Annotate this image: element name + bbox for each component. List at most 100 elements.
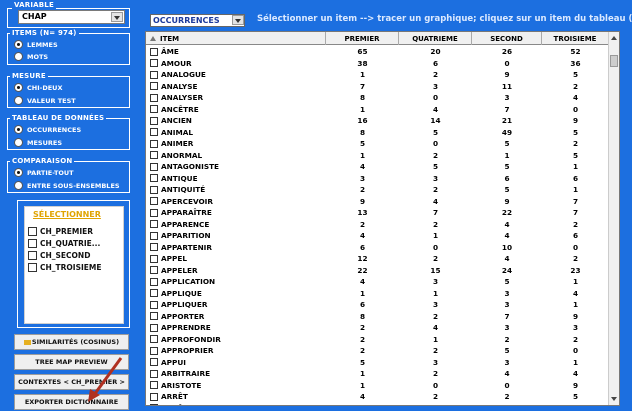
checkbox-icon[interactable] (150, 346, 158, 355)
checkbox-icon[interactable] (150, 358, 158, 367)
radio-icon[interactable] (14, 138, 23, 147)
scroll-thumb[interactable] (610, 55, 618, 67)
scroll-up-icon[interactable] (611, 36, 617, 40)
checkbox-icon[interactable] (150, 335, 158, 344)
table-row[interactable]: APPUI 5 3 3 1 (146, 357, 609, 369)
table-row[interactable]: ANIMER 5 0 5 2 (146, 138, 609, 150)
table-row[interactable]: APPORTER 8 2 7 9 (146, 311, 609, 323)
table-row[interactable]: ANALYSE 7 3 11 2 (146, 81, 609, 93)
table-row[interactable]: APPARTENIR 6 0 10 0 (146, 242, 609, 254)
checkbox-icon[interactable] (150, 151, 158, 160)
chevron-down-icon[interactable] (232, 15, 244, 25)
radio-mesures[interactable]: MESURES (14, 138, 62, 147)
chevron-down-icon[interactable] (111, 12, 123, 22)
table-row[interactable]: APPARAÎTRE 13 7 22 7 (146, 207, 609, 219)
table-row[interactable]: APPROPRIER 2 2 5 0 (146, 345, 609, 357)
variable-select[interactable]: CHAP (18, 10, 125, 24)
scroll-down-icon[interactable] (611, 397, 617, 401)
contextes-button[interactable]: CONTEXTES < CH_PREMIER > (14, 374, 129, 390)
checkbox-icon[interactable] (150, 404, 158, 405)
table-row[interactable]: ANALYSER 8 0 3 4 (146, 92, 609, 104)
checkbox-icon[interactable] (150, 105, 158, 114)
checkbox-icon[interactable] (28, 251, 37, 260)
checkbox-ch-troisieme[interactable]: CH_TROISIEME (28, 263, 102, 272)
checkbox-icon[interactable] (150, 82, 158, 91)
radio-icon[interactable] (14, 168, 23, 177)
checkbox-icon[interactable] (150, 139, 158, 148)
table-row[interactable]: APERCEVOIR 9 4 9 7 (146, 196, 609, 208)
similarites-button[interactable]: SIMILARITÉS (COSINUS) (14, 334, 129, 350)
table-row[interactable]: ANIMAL 8 5 49 5 (146, 127, 609, 139)
checkbox-icon[interactable] (150, 47, 158, 56)
checkbox-ch-premier[interactable]: CH_PREMIER (28, 227, 93, 236)
radio-mots[interactable]: MOTS (14, 52, 48, 61)
checkbox-icon[interactable] (150, 289, 158, 298)
checkbox-icon[interactable] (150, 70, 158, 79)
radio-icon[interactable] (14, 125, 23, 134)
table-row[interactable]: ANORMAL 1 2 1 5 (146, 150, 609, 162)
checkbox-icon[interactable] (150, 300, 158, 309)
table-row[interactable]: ÂME 65 20 26 52 (146, 46, 609, 58)
radio-partie-tout[interactable]: PARTIE-TOUT (14, 168, 74, 177)
table-row[interactable]: APPARITION 4 1 4 6 (146, 230, 609, 242)
radio-icon[interactable] (14, 52, 23, 61)
checkbox-icon[interactable] (28, 263, 37, 272)
table-row[interactable]: APPELER 22 15 24 23 (146, 265, 609, 277)
radio-icon[interactable] (14, 181, 23, 190)
table-row[interactable]: AMOUR 38 6 0 36 (146, 58, 609, 70)
checkbox-icon[interactable] (150, 93, 158, 102)
table-row[interactable]: ANCIEN 16 14 21 9 (146, 115, 609, 127)
checkbox-icon[interactable] (150, 369, 158, 378)
table-row[interactable]: APPROFONDIR 2 1 2 2 (146, 334, 609, 346)
table-row[interactable]: APPLICATION 4 3 5 1 (146, 276, 609, 288)
exporter-dictionnaire-button[interactable]: EXPORTER DICTIONNAIRE (14, 394, 129, 410)
data-type-select[interactable]: OCCURRENCES (150, 14, 245, 27)
table-row[interactable]: ANTIQUE 3 3 6 6 (146, 173, 609, 185)
treemap-preview-button[interactable]: TREE MAP PREVIEW (14, 354, 129, 370)
checkbox-icon[interactable] (150, 312, 158, 321)
table-row[interactable]: ANALOGUE 1 2 9 5 (146, 69, 609, 81)
table-row[interactable]: ANTIQUITÉ 2 2 5 1 (146, 184, 609, 196)
table-row[interactable]: APPEL 12 2 4 2 (146, 253, 609, 265)
table-row[interactable]: ARRÊTER 761410 (146, 403, 609, 405)
table-row[interactable]: APPRENDRE 2 4 3 3 (146, 322, 609, 334)
radio-icon[interactable] (14, 96, 23, 105)
table-row[interactable]: ARBITRAIRE 1 2 4 4 (146, 368, 609, 380)
checkbox-icon[interactable] (150, 128, 158, 137)
checkbox-icon[interactable] (150, 254, 158, 263)
checkbox-ch-second[interactable]: CH_SECOND (28, 251, 90, 260)
table-row[interactable]: APPLIQUER 6 3 3 1 (146, 299, 609, 311)
checkbox-icon[interactable] (150, 185, 158, 194)
radio-icon[interactable] (14, 83, 23, 92)
checkbox-icon[interactable] (150, 220, 158, 229)
table-row[interactable]: ARRÊT 4 2 2 5 (146, 391, 609, 403)
column-header-item[interactable]: ITEM (146, 32, 326, 45)
checkbox-icon[interactable] (150, 277, 158, 286)
checkbox-icon[interactable] (150, 162, 158, 171)
table-row[interactable]: ANCÊTRE 1 4 7 0 (146, 104, 609, 116)
checkbox-icon[interactable] (150, 231, 158, 240)
column-header-quatrieme[interactable]: QUATRIEME (399, 32, 472, 45)
radio-entre-sous-ensembles[interactable]: ENTRE SOUS-ENSEMBLES (14, 181, 120, 190)
checkbox-icon[interactable] (150, 174, 158, 183)
radio-chi-deux[interactable]: CHI-DEUX (14, 83, 62, 92)
checkbox-icon[interactable] (150, 392, 158, 401)
radio-icon[interactable] (14, 40, 23, 49)
checkbox-icon[interactable] (28, 227, 37, 236)
table-row[interactable]: ANTAGONISTE 4 5 5 1 (146, 161, 609, 173)
checkbox-icon[interactable] (150, 197, 158, 206)
table-row[interactable]: ARISTOTE 1 0 0 9 (146, 380, 609, 392)
checkbox-ch-quatrieme[interactable]: CH_QUATRIE... (28, 239, 100, 248)
vertical-scrollbar[interactable] (608, 32, 619, 405)
radio-valeur-test[interactable]: VALEUR TEST (14, 96, 76, 105)
table-row[interactable]: APPLIQUE 1 1 3 4 (146, 288, 609, 300)
checkbox-icon[interactable] (150, 208, 158, 217)
checkbox-icon[interactable] (150, 59, 158, 68)
radio-occurrences[interactable]: OCCURRENCES (14, 125, 81, 134)
radio-lemmes[interactable]: LEMMES (14, 40, 58, 49)
column-header-premier[interactable]: PREMIER (326, 32, 399, 45)
checkbox-icon[interactable] (150, 243, 158, 252)
checkbox-icon[interactable] (28, 239, 37, 248)
checkbox-icon[interactable] (150, 266, 158, 275)
column-header-second[interactable]: SECOND (472, 32, 542, 45)
